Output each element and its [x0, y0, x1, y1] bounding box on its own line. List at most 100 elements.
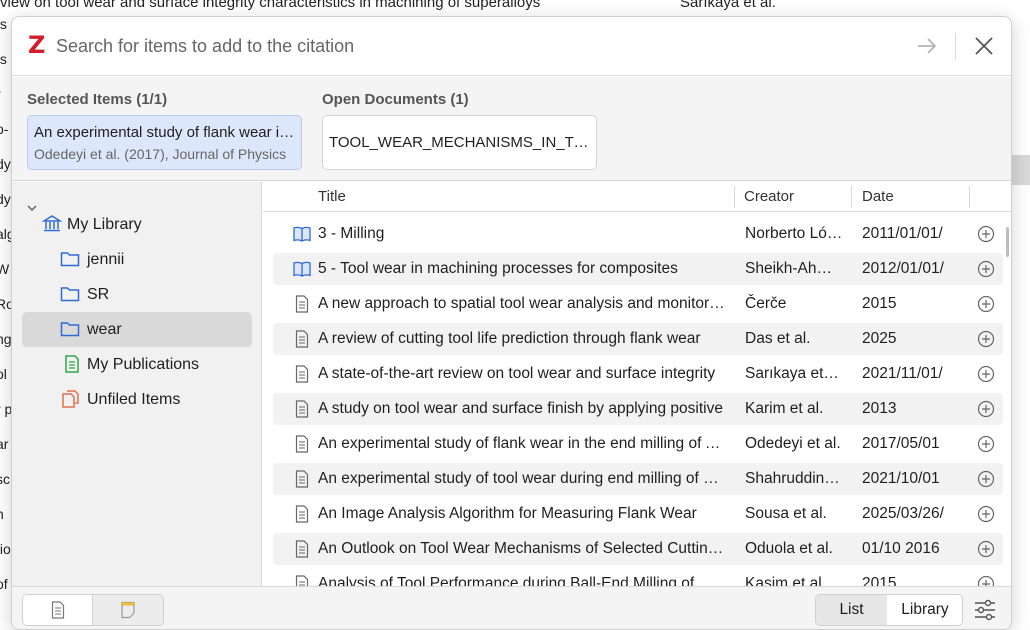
item-title: An experimental study of flank wear in t… [318, 435, 726, 452]
items-view-button[interactable] [23, 595, 93, 625]
background-text: dy [0, 156, 11, 172]
background-text: ng [0, 331, 12, 347]
selected-item-meta: Odedeyi et al. (2017), Journal of Physic… [34, 146, 287, 162]
item-title: A review of cutting tool life prediction… [318, 330, 701, 347]
document-icon [295, 505, 309, 523]
add-item-icon[interactable] [977, 470, 995, 488]
item-row[interactable]: 3 - Milling Norberto López de Lacalle 2011… [273, 218, 1003, 250]
item-creator: Odedeyi et al. [745, 435, 841, 452]
tree-item-wear[interactable]: wear [22, 312, 252, 347]
divider [955, 33, 956, 59]
document-icon [295, 470, 309, 488]
selected-item-title: An experimental study of flank wear in t… [34, 124, 295, 141]
column-divider[interactable] [969, 186, 970, 208]
item-creator: Das et al. [745, 330, 811, 347]
add-item-icon[interactable] [977, 400, 995, 418]
add-item-icon[interactable] [977, 330, 995, 348]
background-text: view on tool wear and surface integrity … [0, 0, 541, 11]
item-date: 2025/03/26/ [862, 505, 944, 522]
tree-item-unfiled-items[interactable]: Unfiled Items [58, 382, 252, 417]
tree-item-sr[interactable]: SR [58, 277, 252, 312]
background-text: ts [0, 51, 7, 67]
background-window: view on tool wear and surface integrity … [0, 0, 1030, 14]
publications-icon [65, 355, 79, 373]
item-row[interactable]: A new approach to spatial tool wear anal… [273, 288, 1003, 320]
background-text: r [0, 86, 1, 102]
search-input[interactable] [56, 31, 856, 61]
folder-icon [60, 322, 80, 337]
add-item-icon[interactable] [977, 505, 995, 523]
item-date: 01/10 2016 [862, 540, 940, 557]
add-item-icon[interactable] [977, 435, 995, 453]
background-text: Sarıkaya et al. [680, 0, 776, 11]
add-item-icon[interactable] [977, 260, 995, 278]
item-title: An experimental study of tool wear durin… [318, 470, 726, 487]
item-date: 2011/01/01/ [862, 225, 943, 242]
accept-arrow-button[interactable] [912, 33, 942, 59]
tree-item-jennii[interactable]: jennii [58, 242, 252, 277]
item-row[interactable]: A review of cutting tool life prediction… [273, 323, 1003, 355]
tree-item-label: wear [87, 321, 122, 338]
column-date[interactable]: Date [862, 188, 894, 205]
folder-icon [60, 252, 80, 267]
item-row[interactable]: An experimental study of flank wear in t… [273, 428, 1003, 460]
selected-items-label: Selected Items (1/1) [27, 91, 168, 108]
mode-toggle: List Library [815, 594, 963, 626]
list-mode-button[interactable]: List [816, 595, 887, 625]
item-creator: Shahruddin et al. [745, 470, 843, 487]
library-mode-button[interactable]: Library [887, 595, 962, 625]
scrollbar-thumb[interactable] [1006, 227, 1009, 257]
column-title[interactable]: Title [318, 188, 346, 205]
settings-button[interactable] [973, 598, 997, 622]
book-icon [293, 261, 311, 277]
item-creator: Čerče [745, 295, 787, 312]
open-document-bubble[interactable]: TOOL_WEAR_MECHANISMS_IN_TOOLS [322, 115, 597, 170]
tree-item-my-library[interactable]: My Library [38, 207, 258, 242]
add-item-icon[interactable] [977, 575, 995, 586]
column-creator[interactable]: Creator [744, 188, 794, 205]
document-icon [295, 365, 309, 383]
zotero-logo: Z [28, 31, 46, 59]
library-icon [42, 215, 62, 232]
document-icon [295, 435, 309, 453]
add-item-icon[interactable] [977, 365, 995, 383]
column-divider[interactable] [734, 186, 735, 208]
collection-tree: My Library jennii SR wear My Publication… [12, 182, 262, 586]
add-item-icon[interactable] [977, 295, 995, 313]
item-row[interactable]: An Image Analysis Algorithm for Measurin… [273, 498, 1003, 530]
open-documents-label: Open Documents (1) [322, 91, 469, 108]
item-row[interactable]: A state-of-the-art review on tool wear a… [273, 358, 1003, 390]
background-text: W [0, 261, 10, 277]
arrow-right-icon [918, 38, 937, 54]
item-row[interactable]: 5 - Tool wear in machining processes for… [273, 253, 1003, 285]
tree-item-my-publications[interactable]: My Publications [58, 347, 252, 382]
item-creator: Norberto López de Lacalle [745, 225, 843, 242]
background-text: dy [0, 191, 11, 207]
background-text: of [0, 576, 8, 592]
folder-icon [60, 287, 80, 302]
chevron-down-icon[interactable] [26, 202, 38, 214]
document-icon [295, 400, 309, 418]
add-item-icon[interactable] [977, 540, 995, 558]
column-header: Title Creator Date [263, 182, 1011, 212]
item-creator: Kasim et al. [745, 575, 826, 586]
sliders-icon [975, 599, 995, 621]
item-row[interactable]: An Outlook on Tool Wear Mechanisms of Se… [273, 533, 1003, 565]
add-item-icon[interactable] [977, 225, 995, 243]
item-date: 2021/11/01/ [862, 365, 943, 382]
book-icon [293, 226, 311, 242]
item-creator: Sarıkaya et al. [745, 365, 843, 382]
item-creator: Sheikh-Ahmad [745, 260, 843, 277]
selected-item-bubble[interactable]: An experimental study of flank wear in t… [27, 115, 302, 170]
background-text: ol [0, 366, 7, 382]
column-divider[interactable] [851, 186, 852, 208]
document-icon [295, 295, 309, 313]
item-title: A new approach to spatial tool wear anal… [318, 295, 726, 312]
item-row[interactable]: Analysis of Tool Performance during Ball… [273, 568, 1003, 586]
item-row[interactable]: An experimental study of tool wear durin… [273, 463, 1003, 495]
close-button[interactable] [971, 33, 997, 59]
background-text: o- [0, 121, 9, 137]
item-date: 2015 [862, 295, 897, 312]
item-row[interactable]: A study on tool wear and surface finish … [273, 393, 1003, 425]
notes-view-button[interactable] [93, 595, 163, 625]
